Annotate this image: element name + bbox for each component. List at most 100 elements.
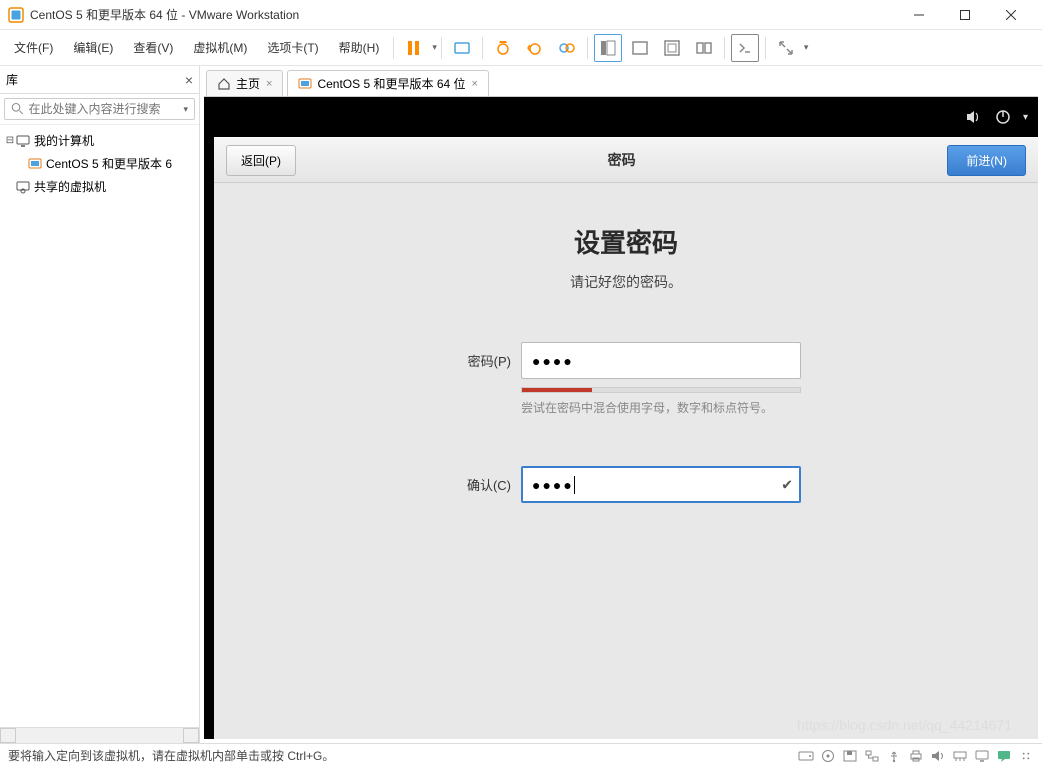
view-thumbnail-button[interactable] [626,34,654,62]
library-search-input[interactable] [28,102,183,116]
snapshot-manager-button[interactable] [553,34,581,62]
separator [441,37,442,59]
view-unity-button[interactable] [690,34,718,62]
monitor-icon [16,134,30,148]
vm-topbar: ▾ [965,109,1028,125]
back-button[interactable]: 返回(P) [226,145,296,176]
search-dropdown-icon[interactable]: ▾ [183,104,188,115]
library-search-wrap: ▾ [0,94,199,125]
scroll-track[interactable] [16,728,183,743]
cd-icon[interactable] [820,749,836,763]
disk-icon[interactable] [798,749,814,763]
menu-edit[interactable]: 编辑(E) [63,33,123,62]
confirm-row: 确认(C) ●●●● ✔ [451,466,801,503]
centos-setup-panel: 返回(P) 密码 前进(N) 设置密码 请记好您的密码。 密码(P) ●●●● [214,137,1038,739]
collapse-icon[interactable]: ⊟ [4,135,16,146]
pci-icon[interactable] [952,749,968,763]
network-icon[interactable] [864,749,880,763]
status-text: 要将输入定向到该虚拟机，请在虚拟机内部单击或按 Ctrl+G。 [8,747,334,764]
library-search-box[interactable]: ▾ [4,98,195,120]
confirm-input[interactable]: ●●●● [521,466,801,503]
vm-icon [28,157,42,171]
search-icon [11,102,24,116]
tree-shared-vms[interactable]: 共享的虚拟机 [2,175,197,198]
password-strength-bar [521,387,801,393]
separator [482,37,483,59]
scroll-right-button[interactable] [183,728,199,743]
send-ctrl-alt-del-button[interactable] [448,34,476,62]
tab-centos[interactable]: CentOS 5 和更早版本 64 位 × [287,70,488,96]
centos-subheading: 请记好您的密码。 [570,272,682,292]
confirm-value: ●●●● [532,477,574,493]
password-hint: 尝试在密码中混合使用字母，数字和标点符号。 [521,399,801,416]
home-icon [217,77,231,91]
shared-icon [16,180,30,194]
pause-button[interactable] [400,34,428,62]
centos-body: 设置密码 请记好您的密码。 密码(P) ●●●● 尝试在密码中混合使用字母，数字… [214,183,1038,739]
next-button[interactable]: 前进(N) [947,145,1026,176]
floppy-icon[interactable] [842,749,858,763]
vm-viewport[interactable]: ▾ 返回(P) 密码 前进(N) 设置密码 请记好您的密码。 密码(P) ●●●… [204,96,1038,739]
password-row: 密码(P) ●●●● [451,342,801,379]
stretch-button[interactable] [772,34,800,62]
separator [587,37,588,59]
view-single-button[interactable] [594,34,622,62]
tab-home-label: 主页 [236,75,260,92]
usb-icon[interactable] [886,749,902,763]
window-title: CentOS 5 和更早版本 64 位 - VMware Workstation [30,6,896,23]
expand-placeholder-icon [4,181,16,192]
tree-vm-centos[interactable]: CentOS 5 和更早版本 6 [2,152,197,175]
pause-dropdown-icon[interactable]: ▾ [432,42,437,53]
scroll-left-button[interactable] [0,728,16,743]
vm-tabs: 主页 × CentOS 5 和更早版本 64 位 × [200,66,1042,96]
confirm-label: 确认(C) [451,475,511,494]
power-icon[interactable] [995,109,1011,125]
snapshot-revert-button[interactable] [521,34,549,62]
tab-home[interactable]: 主页 × [206,70,283,96]
close-button[interactable] [988,0,1034,30]
vmware-logo-icon [8,7,24,23]
text-cursor [574,476,575,494]
tree-my-computer[interactable]: ⊟ 我的计算机 [2,129,197,152]
library-panel: 库 × ▾ ⊟ 我的计算机 CentOS 5 和更早版本 6 [0,66,200,743]
menu-file[interactable]: 文件(F) [4,33,63,62]
console-button[interactable] [731,34,759,62]
drag-handle-icon[interactable] [1018,749,1034,763]
view-fullscreen-button[interactable] [658,34,686,62]
centos-header: 返回(P) 密码 前进(N) [214,137,1038,183]
tab-home-close[interactable]: × [266,78,272,90]
tree-shared-vms-label: 共享的虚拟机 [34,178,106,195]
volume-icon[interactable] [965,109,983,125]
password-label: 密码(P) [451,351,511,370]
menu-view[interactable]: 查看(V) [123,33,183,62]
separator [724,37,725,59]
monitor-icon[interactable] [974,749,990,763]
menu-help[interactable]: 帮助(H) [329,33,390,62]
library-tree: ⊟ 我的计算机 CentOS 5 和更早版本 6 共享的虚拟机 [0,125,199,727]
tree-vm-centos-label: CentOS 5 和更早版本 6 [46,155,172,172]
snapshot-take-button[interactable] [489,34,517,62]
tab-centos-close[interactable]: × [472,78,478,90]
tab-centos-label: CentOS 5 和更早版本 64 位 [317,75,465,92]
library-horizontal-scrollbar[interactable] [0,727,199,743]
sound-icon[interactable] [930,749,946,763]
check-icon: ✔ [781,476,793,493]
maximize-button[interactable] [942,0,988,30]
vm-area: 主页 × CentOS 5 和更早版本 64 位 × ▾ 返回(P) 密码 前进… [200,66,1042,743]
message-log-icon[interactable] [996,749,1012,763]
menu-tabs[interactable]: 选项卡(T) [257,33,328,62]
password-input[interactable]: ●●●● [521,342,801,379]
window-titlebar: CentOS 5 和更早版本 64 位 - VMware Workstation [0,0,1042,30]
tree-my-computer-label: 我的计算机 [34,132,94,149]
library-close-button[interactable]: × [185,72,193,88]
printer-icon[interactable] [908,749,924,763]
power-dropdown-icon[interactable]: ▾ [1023,112,1028,123]
main-area: 库 × ▾ ⊟ 我的计算机 CentOS 5 和更早版本 6 [0,66,1042,743]
password-value: ●●●● [532,353,574,369]
menu-vm[interactable]: 虚拟机(M) [183,33,257,62]
menubar: 文件(F) 编辑(E) 查看(V) 虚拟机(M) 选项卡(T) 帮助(H) ▾ … [0,30,1042,66]
minimize-button[interactable] [896,0,942,30]
stretch-dropdown-icon[interactable]: ▾ [804,42,809,53]
centos-heading: 设置密码 [574,223,678,260]
statusbar: 要将输入定向到该虚拟机，请在虚拟机内部单击或按 Ctrl+G。 [0,743,1042,767]
